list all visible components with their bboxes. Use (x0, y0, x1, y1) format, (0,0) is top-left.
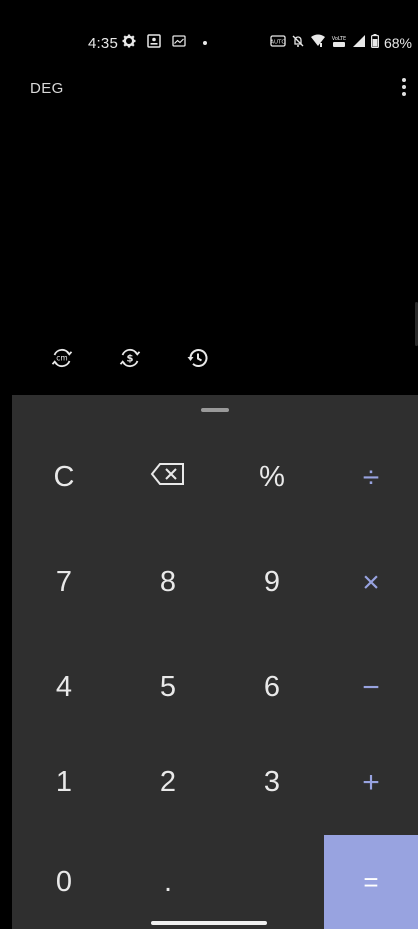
digit-0-button[interactable]: 0 (12, 835, 116, 929)
percent-button[interactable]: % (220, 425, 324, 530)
digit-4-button[interactable]: 4 (12, 635, 116, 740)
dot-icon (203, 41, 207, 45)
equals-button[interactable]: = (324, 835, 418, 929)
decimal-button[interactable]: . (116, 835, 220, 929)
unit-converter-icon[interactable]: cm (48, 344, 76, 372)
clear-button[interactable]: C (12, 425, 116, 530)
svg-text:AUTO: AUTO (270, 39, 286, 45)
status-right-icons: AUTO VoLTE 68% (270, 33, 412, 53)
svg-text:$: $ (127, 354, 134, 365)
digit-7-button[interactable]: 7 (12, 530, 116, 635)
mute-icon (291, 34, 305, 53)
lte-icon: VoLTE (331, 34, 347, 53)
digit-3-button[interactable]: 3 (220, 730, 324, 835)
home-indicator[interactable] (151, 921, 267, 925)
status-left-icons (122, 33, 207, 53)
battery-percentage: 68% (383, 35, 412, 51)
wifi-icon (310, 34, 326, 53)
svg-text:VoLTE: VoLTE (332, 36, 346, 42)
keypad: C % ÷ 7 8 9 × 4 5 6 − 1 2 3 + 0 . = (12, 395, 418, 929)
plus-button[interactable]: + (324, 730, 418, 835)
minus-button[interactable]: − (324, 635, 418, 740)
svg-text:cm: cm (56, 354, 67, 363)
more-vert-icon[interactable] (398, 74, 410, 100)
status-bar: 4:35 AUTO VoLTE 68% (0, 0, 418, 86)
currency-converter-icon[interactable]: $ (116, 344, 144, 372)
angle-mode-label[interactable]: DEG (30, 80, 64, 97)
gear-icon (122, 34, 136, 53)
multiply-button[interactable]: × (324, 530, 418, 635)
status-time: 4:35 (88, 35, 118, 52)
digit-5-button[interactable]: 5 (116, 635, 220, 740)
digit-9-button[interactable]: 9 (220, 530, 324, 635)
digit-6-button[interactable]: 6 (220, 635, 324, 740)
auto-icon: AUTO (270, 34, 286, 53)
backspace-button[interactable] (116, 425, 220, 530)
divide-button[interactable]: ÷ (324, 425, 418, 530)
digit-2-button[interactable]: 2 (116, 730, 220, 835)
quick-tools: cm $ (48, 344, 212, 372)
signal-icon (352, 34, 366, 53)
gallery-icon (172, 34, 186, 52)
backspace-icon (150, 461, 186, 494)
history-icon[interactable] (184, 344, 212, 372)
digit-1-button[interactable]: 1 (12, 730, 116, 835)
left-edge (0, 395, 12, 929)
keypad-drag-handle[interactable] (201, 408, 229, 412)
digit-8-button[interactable]: 8 (116, 530, 220, 635)
image-card-icon (147, 33, 161, 53)
battery-icon (370, 33, 379, 53)
